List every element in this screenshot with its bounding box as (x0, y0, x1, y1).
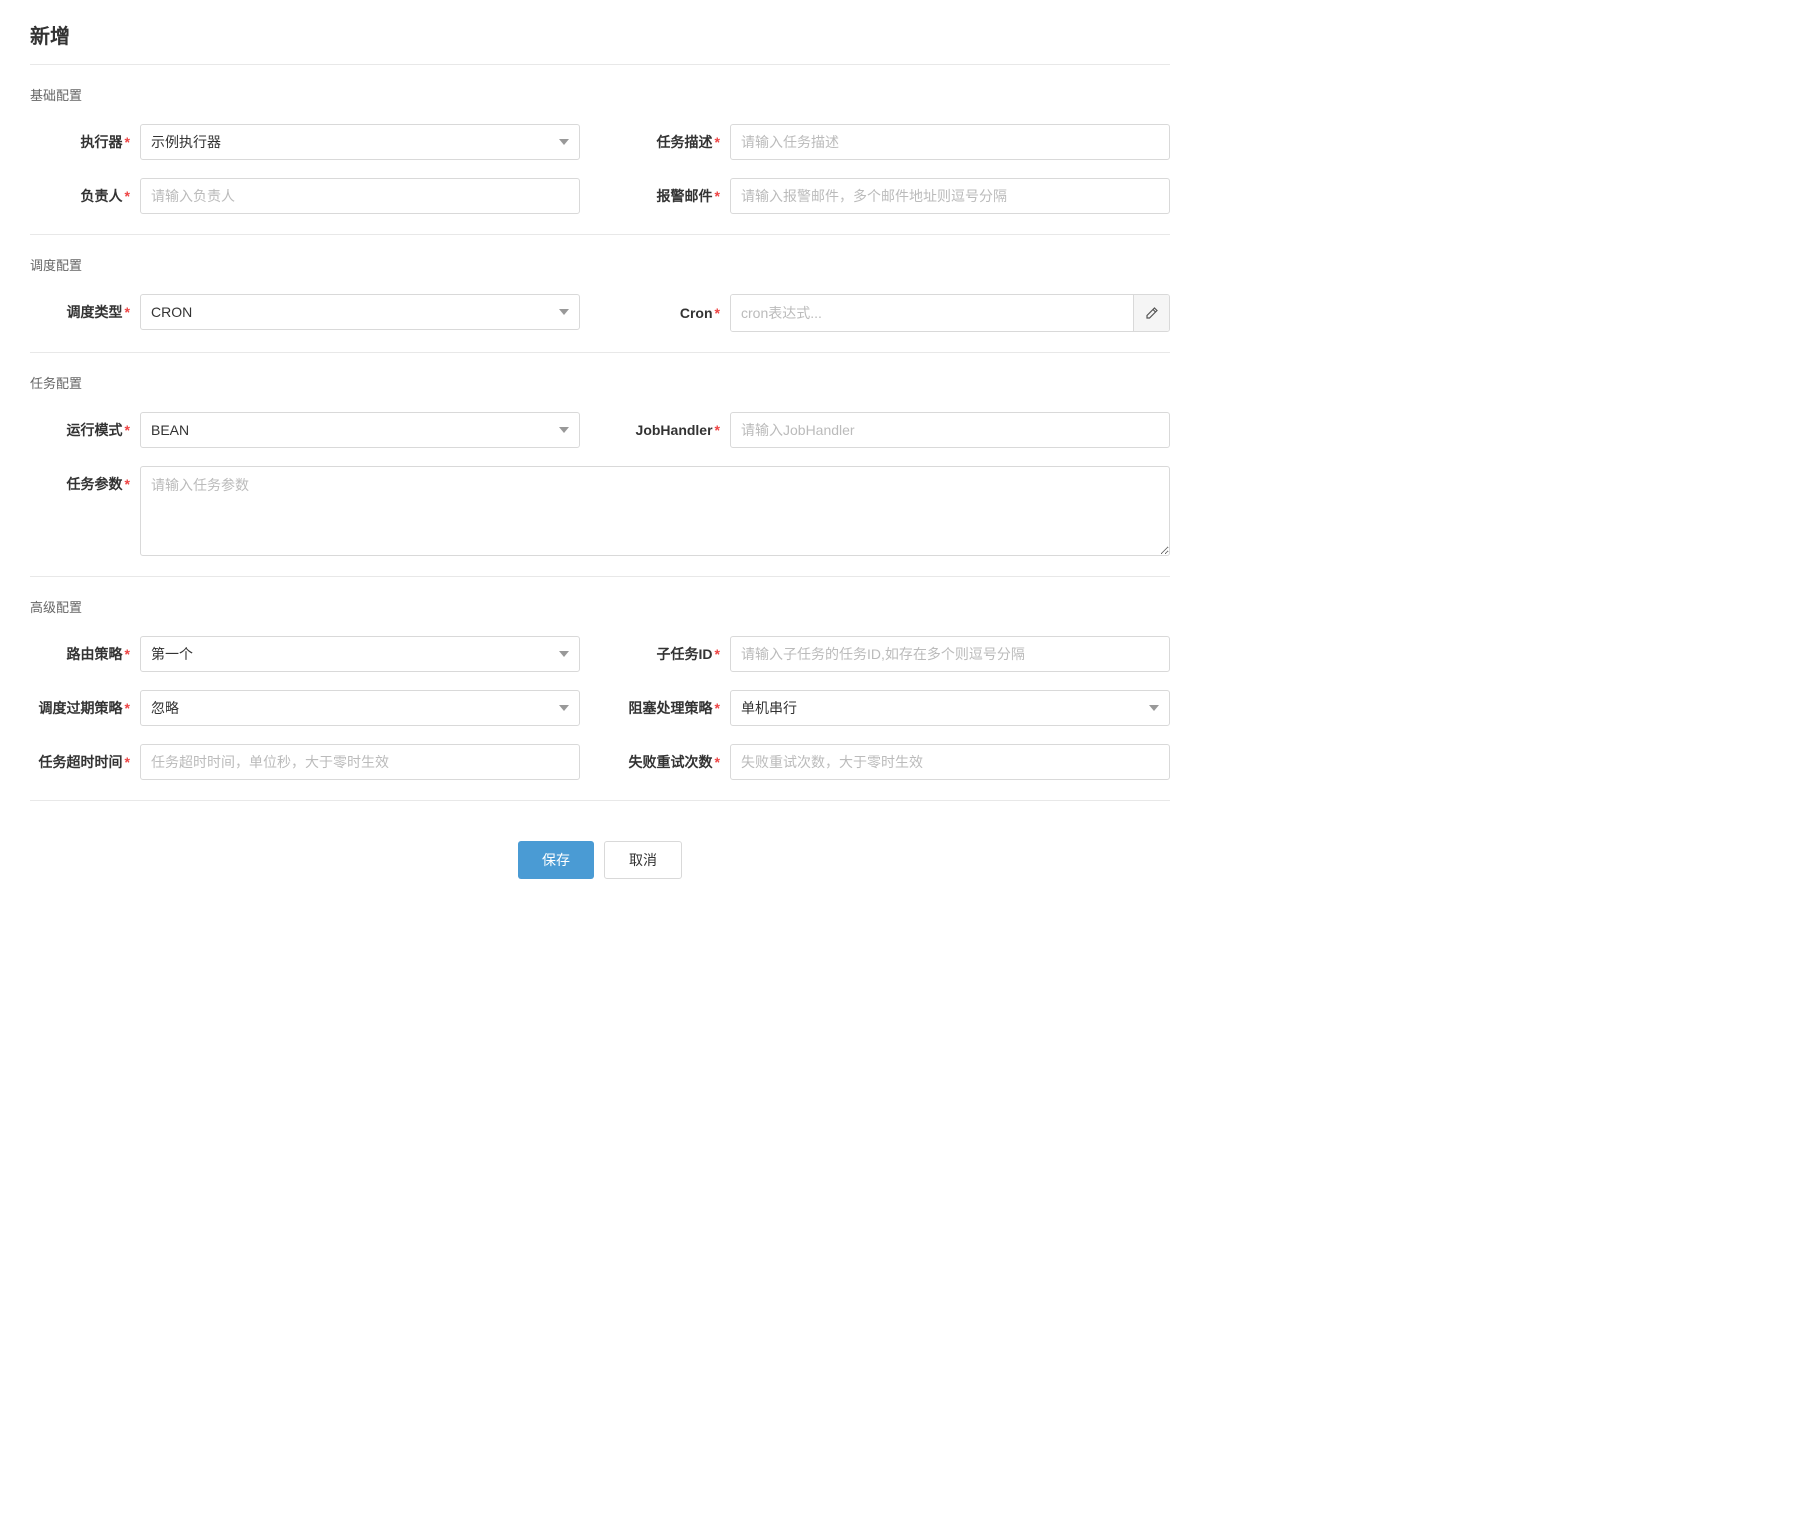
task-params-row: 任务参数* (30, 466, 1170, 556)
task-desc-input[interactable] (730, 124, 1170, 160)
basic-row-1: 执行器* 示例执行器 任务描述* (30, 124, 1170, 160)
job-handler-input[interactable] (730, 412, 1170, 448)
schedule-type-group: 调度类型* CRON (30, 294, 580, 330)
job-handler-label: JobHandler* (620, 422, 730, 438)
schedule-config-section: 调度配置 调度类型* CRON Cron* (30, 255, 1170, 332)
task-row-1: 运行模式* BEAN JobHandler* (30, 412, 1170, 448)
divider-2 (30, 352, 1170, 353)
timeout-input[interactable] (140, 744, 580, 780)
page-title: 新增 (30, 20, 1170, 65)
job-handler-group: JobHandler* (620, 412, 1170, 448)
executor-label: 执行器* (30, 132, 140, 152)
owner-group: 负责人* (30, 178, 580, 214)
schedule-expire-group: 调度过期策略* 忽略 (30, 690, 580, 726)
cancel-button[interactable]: 取消 (604, 841, 682, 879)
task-config-section: 任务配置 运行模式* BEAN JobHandler* 任务参数* (30, 373, 1170, 556)
block-strategy-select[interactable]: 单机串行 (730, 690, 1170, 726)
fail-retry-input[interactable] (730, 744, 1170, 780)
route-strategy-group: 路由策略* 第一个 (30, 636, 580, 672)
save-button[interactable]: 保存 (518, 841, 594, 879)
route-strategy-select[interactable]: 第一个 (140, 636, 580, 672)
timeout-group: 任务超时时间* (30, 744, 580, 780)
schedule-config-title: 调度配置 (30, 255, 1170, 278)
divider-footer (30, 800, 1170, 801)
basic-config-section: 基础配置 执行器* 示例执行器 任务描述* 负责人* 报警邮件 (30, 85, 1170, 214)
task-params-label: 任务参数* (30, 466, 140, 494)
advanced-row-3: 任务超时时间* 失败重试次数* (30, 744, 1170, 780)
cron-edit-button[interactable] (1133, 295, 1169, 331)
divider-1 (30, 234, 1170, 235)
run-mode-label: 运行模式* (30, 420, 140, 440)
task-config-title: 任务配置 (30, 373, 1170, 396)
advanced-config-section: 高级配置 路由策略* 第一个 子任务ID* 调度过期策略* 忽略 (30, 597, 1170, 780)
task-desc-group: 任务描述* (620, 124, 1170, 160)
schedule-row-1: 调度类型* CRON Cron* (30, 294, 1170, 332)
schedule-expire-label: 调度过期策略* (30, 698, 140, 718)
schedule-type-label: 调度类型* (30, 302, 140, 322)
basic-row-2: 负责人* 报警邮件* (30, 178, 1170, 214)
executor-select[interactable]: 示例执行器 (140, 124, 580, 160)
schedule-expire-select[interactable]: 忽略 (140, 690, 580, 726)
owner-label: 负责人* (30, 186, 140, 206)
advanced-row-1: 路由策略* 第一个 子任务ID* (30, 636, 1170, 672)
cron-input-wrapper (730, 294, 1170, 332)
advanced-config-title: 高级配置 (30, 597, 1170, 620)
cron-input[interactable] (731, 295, 1133, 331)
alert-email-input[interactable] (730, 178, 1170, 214)
edit-icon (1145, 306, 1159, 320)
task-params-textarea[interactable] (140, 466, 1170, 556)
task-desc-label: 任务描述* (620, 132, 730, 152)
cron-group: Cron* (620, 294, 1170, 332)
alert-email-group: 报警邮件* (620, 178, 1170, 214)
child-task-id-group: 子任务ID* (620, 636, 1170, 672)
route-strategy-label: 路由策略* (30, 644, 140, 664)
run-mode-group: 运行模式* BEAN (30, 412, 580, 448)
advanced-row-2: 调度过期策略* 忽略 阻塞处理策略* 单机串行 (30, 690, 1170, 726)
timeout-label: 任务超时时间* (30, 752, 140, 772)
child-task-id-input[interactable] (730, 636, 1170, 672)
owner-input[interactable] (140, 178, 580, 214)
fail-retry-label: 失败重试次数* (620, 752, 730, 772)
basic-config-title: 基础配置 (30, 85, 1170, 108)
block-strategy-label: 阻塞处理策略* (620, 698, 730, 718)
alert-email-label: 报警邮件* (620, 186, 730, 206)
block-strategy-group: 阻塞处理策略* 单机串行 (620, 690, 1170, 726)
footer-actions: 保存 取消 (30, 821, 1170, 899)
run-mode-select[interactable]: BEAN (140, 412, 580, 448)
cron-label: Cron* (620, 305, 730, 321)
child-task-id-label: 子任务ID* (620, 644, 730, 664)
schedule-type-select[interactable]: CRON (140, 294, 580, 330)
fail-retry-group: 失败重试次数* (620, 744, 1170, 780)
executor-group: 执行器* 示例执行器 (30, 124, 580, 160)
divider-3 (30, 576, 1170, 577)
